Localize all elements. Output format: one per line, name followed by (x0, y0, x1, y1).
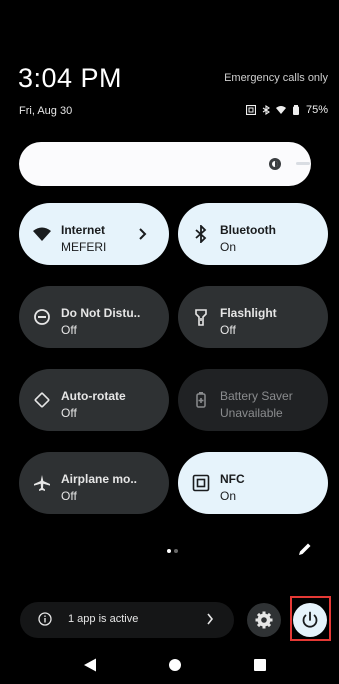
emergency-calls-label: Emergency calls only (224, 72, 328, 84)
edit-icon[interactable] (298, 542, 312, 556)
tile-label: Do Not Distu.. (61, 306, 141, 320)
date-label[interactable]: Fri, Aug 30 (19, 105, 72, 117)
tile-label: Airplane mo.. (61, 472, 138, 486)
tile-bluetooth[interactable]: Bluetooth On (178, 203, 328, 265)
tile-flashlight[interactable]: Flashlight Off (178, 286, 328, 348)
rotate-icon (34, 392, 50, 408)
battery-percent: 75% (305, 104, 328, 116)
page-indicator (167, 549, 178, 553)
tile-state: MEFERI (61, 240, 107, 254)
chevron-right-icon (207, 613, 214, 625)
nfc-status-icon (245, 105, 256, 115)
wifi-icon (33, 227, 51, 241)
tile-label: Battery Saver (220, 389, 293, 403)
tile-state: Off (61, 406, 77, 420)
info-icon (38, 612, 52, 626)
battery-icon (292, 105, 299, 115)
status-icons: 75% (245, 104, 328, 116)
tile-label: Auto-rotate (61, 389, 126, 403)
recents-button[interactable] (254, 659, 266, 671)
chevron-right-icon[interactable] (137, 227, 147, 241)
tile-label: Internet (61, 223, 106, 237)
tile-state: Off (220, 323, 236, 337)
bluetooth-status-icon (262, 105, 270, 115)
power-button-highlight (290, 596, 331, 641)
tile-state: Unavailable (220, 406, 283, 420)
tile-nfc[interactable]: NFC On (178, 452, 328, 514)
flashlight-icon (195, 309, 207, 326)
page-dot (174, 549, 178, 553)
wifi-status-icon (275, 106, 286, 114)
tile-state: On (220, 489, 237, 503)
brightness-icon (269, 158, 281, 170)
tile-state: On (220, 240, 237, 254)
airplane-icon (34, 475, 50, 491)
gear-icon (255, 611, 273, 629)
bluetooth-icon (195, 225, 207, 243)
nfc-icon (192, 474, 210, 492)
tile-state: Off (61, 489, 77, 503)
settings-button[interactable] (247, 603, 281, 637)
tile-internet[interactable]: Internet MEFERI (19, 203, 169, 265)
tile-do-not-disturb[interactable]: Do Not Distu.. Off (19, 286, 169, 348)
tile-label: NFC (220, 472, 245, 486)
page-dot-active (167, 549, 171, 553)
battery-saver-icon (196, 392, 206, 408)
active-apps-label: 1 app is active (68, 613, 139, 625)
tile-state: Off (61, 323, 77, 337)
brightness-track (296, 162, 310, 165)
dnd-icon (34, 309, 50, 325)
back-icon[interactable] (83, 658, 97, 672)
home-button[interactable] (169, 659, 181, 671)
tile-airplane-mode[interactable]: Airplane mo.. Off (19, 452, 169, 514)
clock-time[interactable]: 3:04 PM (18, 63, 122, 94)
tile-battery-saver[interactable]: Battery Saver Unavailable (178, 369, 328, 431)
tile-label: Flashlight (220, 306, 277, 320)
tile-auto-rotate[interactable]: Auto-rotate Off (19, 369, 169, 431)
tile-label: Bluetooth (220, 223, 276, 237)
